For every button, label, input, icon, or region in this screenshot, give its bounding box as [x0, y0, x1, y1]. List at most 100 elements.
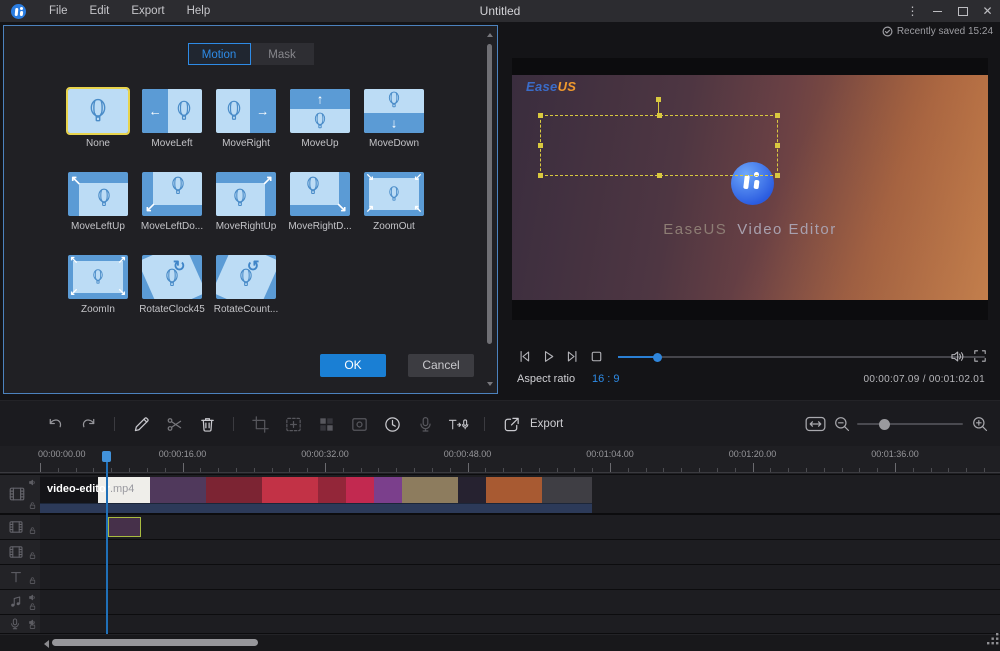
track-lock-icon[interactable] — [28, 576, 37, 585]
selection-box[interactable] — [540, 115, 778, 176]
next-frame-button[interactable] — [564, 348, 581, 365]
track-mute-icon[interactable] — [28, 593, 37, 602]
export-label[interactable]: Export — [530, 418, 563, 430]
minimize-button[interactable] — [925, 0, 950, 22]
motion-item-moveleftdo[interactable]: ↙ — [142, 172, 202, 216]
track-mute-icon[interactable] — [28, 478, 37, 487]
selection-handle[interactable] — [657, 113, 662, 118]
motion-item-movedown[interactable]: ↓ — [364, 89, 424, 133]
close-button[interactable]: ✕ — [975, 0, 1000, 22]
motion-item-zoomin[interactable]: ↖↗↙↘ — [68, 255, 128, 299]
motion-item-rotateclock45[interactable]: ↻ — [142, 255, 202, 299]
motion-item-none[interactable] — [68, 89, 128, 133]
motion-item-moveup[interactable]: ↑ — [290, 89, 350, 133]
text-track-lane[interactable] — [40, 565, 1000, 589]
selection-rotate-handle[interactable] — [656, 97, 661, 102]
play-button[interactable] — [540, 348, 557, 365]
undo-button[interactable] — [44, 413, 66, 435]
motion-cell: →MoveRight — [216, 89, 276, 149]
voiceover-track-header[interactable] — [0, 615, 40, 633]
motion-item-label: ZoomOut — [354, 221, 434, 232]
timeline-zoom-slider[interactable] — [857, 423, 963, 425]
seek-thumb[interactable] — [653, 353, 662, 362]
stop-button[interactable] — [588, 348, 605, 365]
scroll-down-arrow-icon[interactable] — [487, 382, 493, 386]
menu-export[interactable]: Export — [120, 0, 175, 22]
selection-handle[interactable] — [775, 113, 780, 118]
motion-item-moverightd[interactable]: ↘ — [290, 172, 350, 216]
menu-file[interactable]: File — [38, 0, 79, 22]
motion-item-zoomout[interactable]: ↘↙↗↖ — [364, 172, 424, 216]
selection-handle[interactable] — [538, 173, 543, 178]
split-button[interactable] — [163, 413, 185, 435]
preview-video[interactable]: EaseUS EaseUSVideo Editor — [512, 75, 988, 300]
overlay-track-2-lane[interactable] — [40, 540, 1000, 564]
scroll-up-arrow-icon[interactable] — [487, 33, 493, 37]
track-lock-icon[interactable] — [28, 501, 37, 510]
selection-handle[interactable] — [538, 113, 543, 118]
fullscreen-button[interactable] — [972, 348, 988, 364]
freeze-frame-button[interactable] — [348, 413, 370, 435]
ruler-tick — [646, 468, 647, 472]
ruler-tick — [699, 468, 700, 472]
aspect-ratio-value[interactable]: 16 : 9 — [592, 373, 620, 385]
motion-item-moveleftup[interactable]: ↖ — [68, 172, 128, 216]
scroll-left-arrow-icon[interactable] — [44, 640, 49, 648]
menu-help[interactable]: Help — [176, 0, 222, 22]
delete-button[interactable] — [196, 413, 218, 435]
playhead-line[interactable] — [106, 452, 108, 634]
export-button[interactable] — [500, 413, 522, 435]
music-track-header[interactable] — [0, 590, 40, 614]
selection-handle[interactable] — [657, 173, 662, 178]
cancel-button[interactable]: Cancel — [408, 354, 474, 377]
overlay-track-1-header[interactable] — [0, 515, 40, 539]
volume-button[interactable] — [949, 348, 966, 365]
fit-timeline-button[interactable] — [805, 416, 826, 432]
video-track-header[interactable] — [0, 475, 40, 513]
previous-frame-button[interactable] — [516, 348, 533, 365]
tab-mask[interactable]: Mask — [251, 43, 314, 65]
text-to-speech-button[interactable] — [447, 413, 469, 435]
resize-grip-icon[interactable] — [986, 632, 999, 650]
selection-handle[interactable] — [775, 173, 780, 178]
motion-item-rotatecount[interactable]: ↺ — [216, 255, 276, 299]
track-lock-icon[interactable] — [28, 526, 37, 535]
track-lock-icon[interactable] — [28, 602, 37, 611]
seek-slider[interactable] — [618, 356, 985, 358]
video-clip[interactable]: video-editor.mp4 — [40, 477, 592, 512]
selection-handle[interactable] — [538, 143, 543, 148]
overlay-track-2-header[interactable] — [0, 540, 40, 564]
track-lock-icon[interactable] — [28, 621, 37, 630]
overlay-track-1-lane[interactable] — [40, 515, 1000, 539]
redo-button[interactable] — [77, 413, 99, 435]
maximize-button[interactable] — [950, 0, 975, 22]
voiceover-track-lane[interactable] — [40, 615, 1000, 633]
more-menu-button[interactable]: ⋮ — [900, 0, 925, 22]
timeline-zoom-out-button[interactable] — [833, 415, 851, 433]
duration-button[interactable] — [381, 413, 403, 435]
panel-scrollbar[interactable] — [486, 30, 494, 389]
menu-edit[interactable]: Edit — [79, 0, 121, 22]
zoom-frame-button[interactable] — [282, 413, 304, 435]
video-track-lane[interactable]: video-editor.mp4 — [40, 475, 1000, 513]
edit-button[interactable] — [130, 413, 152, 435]
overlay-clip-selected[interactable] — [108, 517, 141, 537]
timeline-scrollbar-thumb[interactable] — [52, 639, 258, 646]
text-track-header[interactable] — [0, 565, 40, 589]
playhead-handle[interactable] — [102, 451, 111, 462]
voiceover-button[interactable] — [414, 413, 436, 435]
ok-button[interactable]: OK — [320, 354, 386, 377]
crop-button[interactable] — [249, 413, 271, 435]
scrollbar-thumb[interactable] — [487, 44, 492, 344]
motion-item-moveleft[interactable]: ← — [142, 89, 202, 133]
music-track-lane[interactable] — [40, 590, 1000, 614]
motion-item-moverightup[interactable]: ↗ — [216, 172, 276, 216]
timeline-zoom-in-button[interactable] — [971, 415, 989, 433]
tab-motion[interactable]: Motion — [188, 43, 251, 65]
mosaic-button[interactable] — [315, 413, 337, 435]
timeline-zoom-thumb[interactable] — [879, 419, 890, 430]
selection-handle[interactable] — [775, 143, 780, 148]
motion-item-moveright[interactable]: → — [216, 89, 276, 133]
track-lock-icon[interactable] — [28, 551, 37, 560]
timeline-ruler[interactable]: 00:00:00.0000:00:16.0000:00:32.0000:00:4… — [0, 446, 1000, 474]
